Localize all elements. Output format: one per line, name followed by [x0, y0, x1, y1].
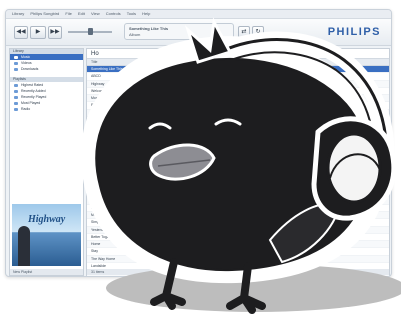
table-row[interactable]: Stay: [87, 248, 389, 256]
table-row[interactable]: Blue Sky: [87, 168, 389, 176]
menu-item[interactable]: Philips Songbird: [30, 11, 59, 16]
table-row[interactable]: Into the Wild: [87, 205, 389, 212]
menu-item[interactable]: Library: [12, 11, 24, 16]
download-icon: [14, 67, 18, 71]
sidebar-item-label: Downloads: [21, 67, 39, 71]
repeat-icon[interactable]: ↻: [252, 26, 264, 39]
playlist-icon: [14, 83, 18, 87]
table-row[interactable]: Welcome Back: [87, 88, 389, 96]
menu-bar: Library Philips Songbird File Edit View …: [6, 10, 391, 19]
table-row[interactable]: Night Drive: [87, 138, 389, 147]
page-title: Ho: [91, 51, 99, 57]
album-art[interactable]: Highway: [12, 204, 81, 266]
sidebar-item-label: Radio: [21, 107, 31, 111]
sidebar-item-label: Most Played: [21, 101, 41, 105]
sidebar-footer[interactable]: New Playlist: [10, 269, 83, 275]
menu-item[interactable]: Help: [142, 11, 150, 16]
menu-item[interactable]: Edit: [78, 11, 85, 16]
sidebar-item-label: Recently Played: [21, 95, 47, 99]
table-row[interactable]: Highway: [87, 80, 389, 88]
player-toolbar: ◀◀ ▶ ▶▶ Something Like This Album ⇄ ↻ PH…: [6, 19, 391, 46]
column-header-title[interactable]: Title: [87, 58, 389, 66]
sidebar: Library Music Videos Downloads Playlists…: [9, 48, 84, 276]
menu-item[interactable]: Tools: [127, 11, 136, 16]
now-playing-display: Something Like This Album: [124, 23, 234, 40]
track-list: Something Like This ABCD Highway Welcome Ba…: [87, 66, 389, 276]
table-row[interactable]: Yesterday: [87, 226, 389, 234]
playlist-icon: [14, 95, 18, 99]
menu-item[interactable]: File: [65, 11, 71, 16]
music-icon: [14, 55, 18, 59]
album-art-title: Highway: [28, 214, 66, 225]
sidebar-item-label: Recently Added: [21, 89, 46, 93]
play-icon[interactable]: ▶: [30, 26, 46, 39]
table-row[interactable]: Simple Man: [87, 219, 389, 227]
philips-logo: PHILIPS: [327, 26, 381, 38]
table-row[interactable]: Take It Easy: [87, 132, 389, 139]
table-row[interactable]: Here We Go: [87, 175, 389, 183]
sidebar-item-label: Highest Rated: [21, 83, 44, 87]
playlist-icon: [14, 89, 18, 93]
track-list-panel: Ho Title Something Like This ABCD Highway W…: [86, 48, 390, 276]
volume-knob[interactable]: [88, 28, 93, 35]
table-row[interactable]: Morning Light: [87, 211, 389, 220]
previous-icon[interactable]: ◀◀: [14, 26, 28, 39]
table-row[interactable]: Falling Slowly: [87, 190, 389, 198]
album-art-figure: [18, 226, 30, 266]
table-row[interactable]: Long Road: [87, 109, 389, 118]
table-row[interactable]: Silver Lining: [87, 153, 389, 161]
table-row[interactable]: Something Like This: [87, 66, 389, 74]
next-icon[interactable]: ▶▶: [48, 26, 62, 39]
table-row[interactable]: ABCD: [87, 73, 389, 81]
table-row[interactable]: Fields of Gold: [87, 102, 389, 110]
table-row[interactable]: Let It Be: [87, 197, 389, 205]
video-icon: [14, 61, 18, 65]
table-row[interactable]: The Way Home: [87, 255, 389, 264]
sidebar-item-downloads[interactable]: Downloads: [10, 66, 83, 72]
table-row[interactable]: Summer Breeze: [87, 124, 389, 132]
radio-icon: [14, 107, 18, 111]
table-row[interactable]: Better Together: [87, 234, 389, 242]
shuffle-icon[interactable]: ⇄: [238, 26, 250, 39]
table-row[interactable]: Home: [87, 241, 389, 249]
table-row[interactable]: Moments: [87, 95, 389, 103]
sidebar-item-radio[interactable]: Radio: [10, 106, 83, 112]
table-row[interactable]: Golden Hour: [87, 161, 389, 169]
menu-item[interactable]: Controls: [106, 11, 121, 16]
playlist-icon: [14, 101, 18, 105]
table-row[interactable]: Mr. Brightside: [87, 182, 389, 191]
menu-item[interactable]: View: [91, 11, 100, 16]
sidebar-item-label: Music: [21, 55, 31, 59]
now-playing-sub: Album: [129, 32, 141, 37]
app-window: Library Philips Songbird File Edit View …: [5, 9, 392, 277]
sidebar-item-label: Videos: [21, 61, 32, 65]
table-row[interactable]: Ocean Avenue: [87, 146, 389, 154]
table-row[interactable]: Walking in Memphis: [87, 117, 389, 125]
status-bar: 31 items: [87, 269, 389, 275]
